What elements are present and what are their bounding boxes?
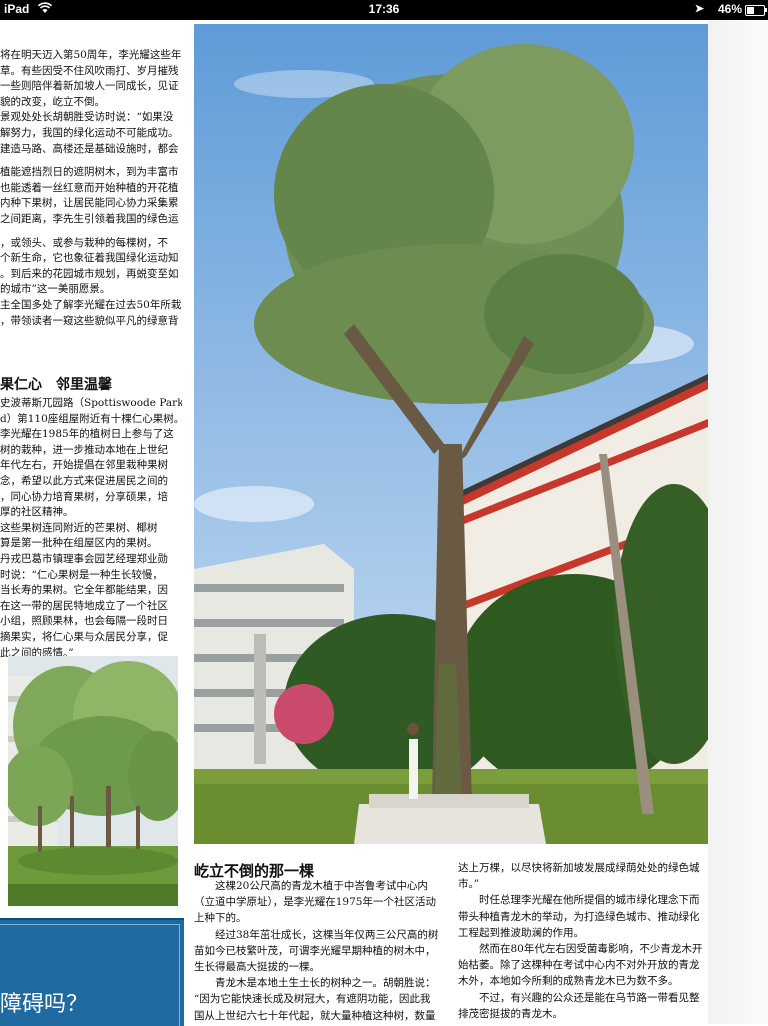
text-line: 摘果实，将仁心果与众居民分享，促 (0, 630, 168, 643)
text-line: 这些果树连同附近的芒果树、椰树 (0, 521, 158, 534)
sidebar-box: 障碍吗？ (0, 918, 184, 1026)
left-para-1: 将在明天迈入第50周年，李光耀这些年 草。有些因受不住风吹雨打、岁月摧残 一些则… (0, 48, 182, 157)
text-line: 一些则陪伴着新加坡人一同成长，见证 (0, 80, 179, 93)
text-line: 上种下的。 (194, 912, 247, 925)
text-line: 植能遮挡烈日的遮阴树木，到为丰富市 (0, 166, 179, 179)
fruit-trees-photo (8, 656, 178, 906)
clock: 17:36 (368, 2, 400, 16)
text-line: 然而在80年代左右因受菌毒影响，不少青龙木开 (458, 943, 703, 956)
article-column-2: 达上万棵，以尽快将新加坡发展成绿荫处处的绿色城 市。” 时任总理李光耀在他所提倡… (458, 860, 712, 1022)
text-line: 解努力，我国的绿化运动不可能成功。 (0, 126, 179, 139)
text-line: 也能透着一丝红意而开始种植的开花植 (0, 181, 179, 194)
text-line: ，或领头、或参与栽种的每棵树，不 (0, 236, 168, 249)
text-line: 。到后来的花园城市规划，再蜕变至如 (0, 267, 179, 280)
text-line: 景观处处长胡朝胜受访时说：“如果没 (0, 111, 174, 124)
text-line: 年代左右，开始提倡在邻里栽种果树 (0, 459, 168, 472)
sidebar-box-title: 障碍吗？ (0, 992, 89, 1017)
text-line: 这棵20公尺高的青龙木植于中峇鲁考试中心内 (194, 880, 428, 892)
article-column-1: 这棵20公尺高的青龙木植于中峇鲁考试中心内 （立道中学原址），是李光耀在1975… (194, 878, 444, 1024)
battery-icon (745, 5, 767, 16)
text-line: 排茂密挺拔的青龙木。 (458, 1007, 563, 1020)
text-line: 建造马路、高楼还是基础设施时，都会 (0, 142, 179, 155)
text-line: 主全国多处了解李光耀在过去50年所栽 (0, 298, 182, 311)
text-line: 时说：“仁心果树是一种生长较慢， (0, 568, 163, 581)
text-line: 个新生命，它也象征着我国绿化运动知 (0, 252, 179, 265)
text-line: 在这一带的居民特地成立了一个社区 (0, 599, 168, 612)
status-bar: iPad 17:36 ➤ 46% (0, 0, 768, 20)
text-line: 时任总理李光耀在他所提倡的城市绿化理念下而 (458, 894, 700, 907)
text-line: 木外，本地如今所剩的成熟青龙木已为数不多。 (458, 975, 679, 988)
text-line: 经过38年茁壮成长，这棵当年仅两三公尺高的树 (194, 928, 439, 941)
text-line: 丹戎巴葛市镇理事会园艺经理郑业勋 (0, 552, 168, 565)
text-line: 苗如今已枝繁叶茂，可谓李光耀早期种植的树木中， (194, 944, 436, 957)
location-arrow-icon: ➤ (694, 3, 704, 15)
text-line: 念，希望以此方式来促进居民之间的 (0, 474, 168, 487)
text-line: 史波蒂斯兀园路（Spottiswoode Park (0, 397, 182, 409)
text-line: 国从上世纪六七十年代起，就大量种植这种树，数量 (194, 1009, 436, 1022)
text-line: 貌的改变，屹立不倒。 (0, 95, 105, 108)
text-line: 将在明天迈入第50周年，李光耀这些年 (0, 49, 182, 61)
text-line: 的城市”这一美丽愿景。 (0, 283, 111, 296)
page-edge-shadow (708, 20, 768, 1024)
text-line: 算是第一批种在组屋区内的果树。 (0, 537, 158, 550)
text-line: 小组，照顾果林，也会每隔一段时日 (0, 615, 168, 628)
left-column-text: 将在明天迈入第50周年，李光耀这些年 草。有些因受不住风吹雨打、岁月摧残 一些则… (0, 48, 182, 329)
left-para-3: ，或领头、或参与栽种的每棵树，不 个新生命，它也象征着我国绿化运动知 。到后来的… (0, 236, 182, 330)
text-line: 生长得最高大挺拔的一棵。 (194, 961, 320, 974)
tree-photo (194, 24, 708, 844)
text-line: 当长寿的果树。它全年都能结果，因 (0, 584, 168, 597)
text-line: 达上万棵，以尽快将新加坡发展成绿荫处处的绿色城 (458, 862, 700, 874)
text-line: 带头种植青龙木的举动，为打造绿色城市、推动绿化 (458, 910, 700, 923)
section-subheading: 果仁心 邻里温馨 (0, 377, 112, 393)
text-line: （立道中学原址），是李光耀在1975年一个社区活动 (194, 896, 436, 909)
battery-percent: 46% (717, 2, 742, 16)
text-line: “因为它能快速长成及树冠大，有遮阴功能，因此我 (194, 993, 431, 1006)
text-line: 始枯萎。除了这棵种在考试中心内不对外开放的青龙 (458, 959, 700, 972)
text-line: 草。有些因受不住风吹雨打、岁月摧残 (0, 64, 179, 77)
text-line: 工程起到推波助澜的作用。 (458, 926, 584, 939)
text-line: 树的栽种，进一步推动本地在上世纪 (0, 443, 168, 456)
text-line: 厚的社区精神。 (0, 506, 74, 519)
text-line: 青龙木是本地土生土长的树种之一。胡朝胜说： (194, 977, 436, 990)
text-line: 不过，有兴趣的公众还是能在乌节路一带看见整 (458, 991, 700, 1004)
left-para-2: 植能遮挡烈日的遮阴树木，到为丰富市 也能透着一丝红意而开始种植的开花植 内种下果… (0, 165, 182, 227)
text-line: ，带领读者一窥这些貌似平凡的绿意背 (0, 314, 179, 327)
text-line: 市。” (458, 878, 480, 891)
text-line: 之间距离，李先生引领着我国的绿色运 (0, 212, 179, 225)
text-line: 内种下果树，让居民能同心协力采集累 (0, 197, 179, 210)
text-line: d）第110座组屋附近有十棵仁心果树。 (0, 412, 182, 425)
text-line: ，同心协力培育果树，分享硕果，培 (0, 490, 168, 503)
text-line: 李光耀在1985年的植树日上参与了这 (0, 428, 174, 441)
left-column-text-2: 史波蒂斯兀园路（Spottiswoode Park d）第110座组屋附近有十棵… (0, 396, 182, 661)
